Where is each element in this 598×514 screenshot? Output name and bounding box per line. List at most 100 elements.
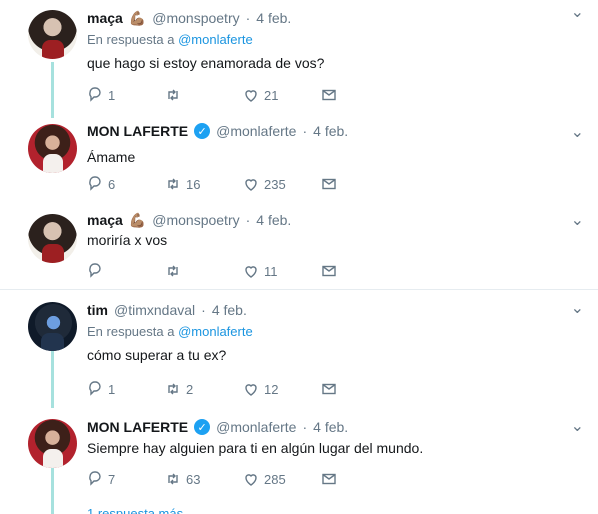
retweet-icon — [165, 471, 181, 487]
like-count: 21 — [264, 87, 279, 103]
like-button[interactable]: 21 — [243, 87, 321, 103]
mention-link[interactable]: @monlaferte — [178, 32, 253, 47]
like-icon — [243, 87, 259, 103]
dm-button[interactable] — [321, 176, 399, 192]
reply-context: En respuesta a @monlaferte — [87, 324, 566, 339]
retweet-count: 16 — [186, 176, 201, 192]
chevron-down-icon[interactable]: ⌄ — [571, 416, 584, 436]
tweet-text: cómo superar a tu ex? — [87, 347, 227, 363]
avatar[interactable] — [28, 214, 77, 263]
reply-icon — [87, 263, 103, 279]
retweet-button[interactable] — [165, 87, 243, 103]
dm-button[interactable] — [321, 471, 399, 487]
timestamp[interactable]: 4 feb. — [256, 10, 291, 26]
retweet-button[interactable] — [165, 263, 243, 279]
retweet-icon — [165, 87, 181, 103]
retweet-icon — [165, 263, 181, 279]
reply-count: 7 — [108, 471, 116, 487]
reply-icon — [87, 471, 103, 487]
display-name[interactable]: MON LAFERTE — [87, 123, 188, 139]
separator-dot: · — [245, 10, 251, 26]
dm-icon — [321, 471, 337, 487]
thread-line — [51, 62, 54, 118]
avatar[interactable] — [28, 419, 77, 468]
avatar[interactable] — [28, 10, 77, 59]
retweet-count: 63 — [186, 471, 201, 487]
dm-icon — [321, 87, 337, 103]
avatar[interactable] — [28, 124, 77, 173]
chevron-down-icon[interactable]: ⌄ — [571, 122, 584, 142]
user-handle[interactable]: @timxndaval — [114, 302, 195, 318]
reply-icon — [87, 381, 103, 397]
user-handle[interactable]: @monlaferte — [216, 123, 296, 139]
verified-icon: ✓ — [194, 419, 211, 435]
like-icon — [243, 471, 259, 487]
reply-button[interactable]: 1 — [87, 87, 165, 103]
tweet-text: Siempre hay alguien para ti en algún lug… — [87, 440, 424, 456]
like-icon — [243, 263, 259, 279]
dm-button[interactable] — [321, 87, 399, 103]
separator-dot: · — [245, 212, 251, 228]
reply-prefix: En respuesta a — [87, 324, 175, 339]
more-replies-link[interactable]: 1 respuesta más — [87, 506, 183, 514]
display-name[interactable]: tim — [87, 302, 108, 318]
like-count: 12 — [264, 381, 279, 397]
timestamp[interactable]: 4 feb. — [313, 123, 348, 139]
user-handle[interactable]: @monspoetry — [152, 212, 239, 228]
reply-count: 1 — [108, 381, 116, 397]
timestamp[interactable]: 4 feb. — [212, 302, 247, 318]
chevron-down-icon[interactable]: ⌄ — [571, 298, 584, 318]
retweet-icon — [165, 381, 181, 397]
user-handle[interactable]: @monlaferte — [216, 419, 296, 435]
thread-line — [51, 466, 54, 514]
separator-dot: · — [302, 123, 308, 139]
timestamp[interactable]: 4 feb. — [256, 212, 291, 228]
retweet-count: 2 — [186, 381, 194, 397]
retweet-button[interactable]: 2 — [165, 381, 243, 397]
display-name[interactable]: MON LAFERTE — [87, 419, 188, 435]
mention-link[interactable]: @monlaferte — [178, 324, 253, 339]
like-count: 235 — [264, 176, 286, 192]
like-count: 11 — [264, 263, 278, 279]
verified-icon: ✓ — [194, 123, 211, 139]
like-button[interactable]: 285 — [243, 471, 321, 487]
tweet-text: moriría x vos — [87, 232, 168, 248]
thread-line — [51, 348, 54, 408]
reply-count: 1 — [108, 87, 116, 103]
like-count: 285 — [264, 471, 286, 487]
user-handle[interactable]: @monspoetry — [152, 10, 239, 26]
display-name[interactable]: maça — [87, 10, 123, 26]
like-icon — [243, 176, 259, 192]
retweet-button[interactable]: 16 — [165, 176, 243, 192]
reply-button[interactable]: 7 — [87, 471, 165, 487]
retweet-button[interactable]: 63 — [165, 471, 243, 487]
reply-count: 6 — [108, 176, 116, 192]
dm-icon — [321, 176, 337, 192]
flexed-biceps-emoji: 💪🏽 — [128, 211, 147, 228]
chevron-down-icon[interactable]: ⌄ — [571, 2, 584, 22]
timestamp[interactable]: 4 feb. — [313, 419, 348, 435]
like-button[interactable]: 11 — [243, 263, 321, 279]
avatar[interactable] — [28, 302, 77, 351]
separator-dot: · — [302, 419, 308, 435]
like-icon — [243, 381, 259, 397]
separator-dot: · — [201, 302, 206, 318]
reply-button[interactable] — [87, 263, 165, 279]
flexed-biceps-emoji: 💪🏽 — [128, 9, 147, 26]
dm-icon — [321, 381, 337, 397]
chevron-down-icon[interactable]: ⌄ — [571, 210, 584, 230]
reply-context: En respuesta a @monlaferte — [87, 32, 566, 47]
reply-prefix: En respuesta a — [87, 32, 175, 47]
reply-button[interactable]: 6 — [87, 176, 165, 192]
display-name[interactable]: maça — [87, 212, 123, 228]
reply-icon — [87, 176, 103, 192]
like-button[interactable]: 235 — [243, 176, 321, 192]
retweet-icon — [165, 176, 181, 192]
tweet-text: que hago si estoy enamorada de vos? — [87, 55, 325, 71]
thread-divider — [0, 289, 598, 290]
like-button[interactable]: 12 — [243, 381, 321, 397]
dm-button[interactable] — [321, 381, 399, 397]
reply-button[interactable]: 1 — [87, 381, 165, 397]
dm-button[interactable] — [321, 263, 399, 279]
dm-icon — [321, 263, 337, 279]
